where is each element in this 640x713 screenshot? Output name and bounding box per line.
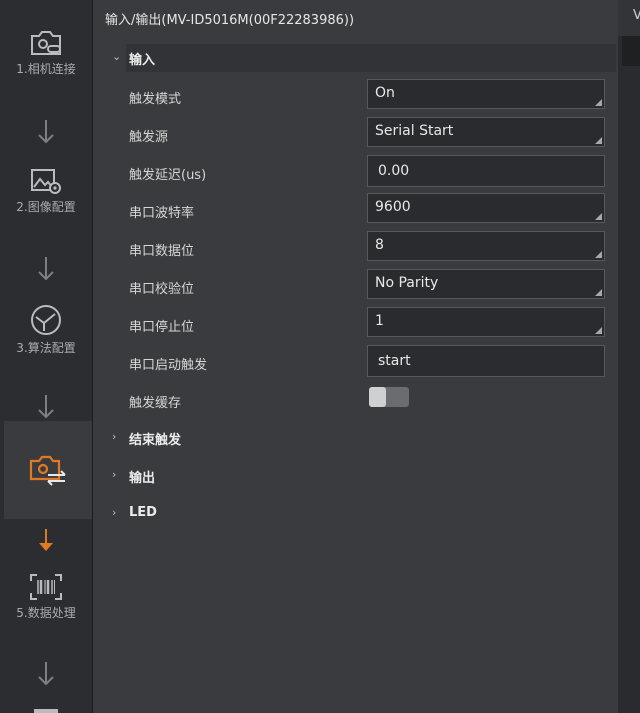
row-label-serial-start-trigger: 串口启动触发 <box>129 358 208 373</box>
camera-transfer-icon <box>29 455 66 486</box>
select-value: 9600 <box>375 199 411 215</box>
dropdown-corner-icon <box>595 213 602 220</box>
row-label-trigger-source: 触发源 <box>129 130 169 145</box>
arrow-down-icon <box>38 662 54 686</box>
right-panel-header: V <box>618 0 640 36</box>
row-label-parity: 串口校验位 <box>129 282 195 297</box>
trigger-source-select[interactable]: Serial Start <box>367 117 605 147</box>
step-algorithm-config[interactable]: 3.算法配置 <box>0 303 92 356</box>
step-label: 2.图像配置 <box>16 200 76 214</box>
stop-bits-select[interactable]: 1 <box>367 307 605 337</box>
chevron-right-icon: › <box>112 506 117 519</box>
data-bits-select[interactable]: 8 <box>367 231 605 261</box>
select-value: No Parity <box>375 275 439 291</box>
algorithm-icon <box>31 305 61 335</box>
section-label: 输入 <box>129 53 156 68</box>
baud-rate-select[interactable]: 9600 <box>367 193 605 223</box>
row-label-stop-bits: 串口停止位 <box>129 320 195 335</box>
section-output-header[interactable]: › 输出 <box>112 462 616 490</box>
select-value: 1 <box>375 313 384 329</box>
row-label-baud-rate: 串口波特率 <box>129 206 195 221</box>
chevron-down-icon: ⌄ <box>112 50 122 63</box>
row-label-trigger-delay: 触发延迟(us) <box>129 168 207 183</box>
section-label: LED <box>129 505 157 520</box>
row-label-trigger-mode: 触发模式 <box>129 92 182 107</box>
dropdown-corner-icon <box>595 327 602 334</box>
row-label-data-bits: 串口数据位 <box>129 244 195 259</box>
select-value: Serial Start <box>375 123 454 139</box>
trigger-delay-input[interactable]: 0.00 <box>367 155 605 187</box>
right-panel-area <box>622 36 640 66</box>
arrow-down-icon <box>38 395 54 419</box>
right-panel-title-fragment: V <box>633 8 640 23</box>
parity-select[interactable]: No Parity <box>367 269 605 299</box>
select-value: 8 <box>375 237 384 253</box>
section-end-trigger-header[interactable]: › 结束触发 <box>112 424 616 452</box>
step-data-processing[interactable]: 5.数据处理 <box>0 572 92 621</box>
section-led-header[interactable]: › LED <box>112 500 616 528</box>
trigger-mode-select[interactable]: On <box>367 79 605 109</box>
select-value: On <box>375 85 395 101</box>
step-sidebar: 1.相机连接 2.图像配置 3.算法配置 5.数据处理 <box>0 0 93 713</box>
chevron-right-icon: › <box>112 468 117 481</box>
arrow-down-icon <box>38 120 54 144</box>
next-step-icon-partial <box>34 709 58 713</box>
serial-start-trigger-input[interactable]: start <box>367 345 605 377</box>
step-input-output[interactable] <box>4 421 92 519</box>
right-panel-edge: V <box>618 0 640 713</box>
section-label: 结束触发 <box>129 433 182 448</box>
dropdown-corner-icon <box>595 99 602 106</box>
panel-title: 输入/输出(MV-ID5016M(00F22283986)) <box>105 13 355 28</box>
step-label: 1.相机连接 <box>16 62 76 76</box>
input-value: start <box>378 353 411 369</box>
step-image-config[interactable]: 2.图像配置 <box>0 166 92 215</box>
arrow-down-icon <box>38 257 54 281</box>
row-label-trigger-cache: 触发缓存 <box>129 396 182 411</box>
step-label: 3.算法配置 <box>16 341 76 355</box>
chevron-right-icon: › <box>112 430 117 443</box>
section-label: 输出 <box>129 471 156 486</box>
arrow-down-active-icon <box>39 529 53 551</box>
section-input-header[interactable]: ⌄ 输入 <box>112 44 616 72</box>
toggle-knob <box>369 387 386 407</box>
dropdown-corner-icon <box>595 251 602 258</box>
step-label: 5.数据处理 <box>16 606 76 620</box>
barcode-scan-icon <box>30 574 62 600</box>
camera-link-icon <box>31 31 61 55</box>
step-camera-connect[interactable]: 1.相机连接 <box>0 28 92 77</box>
trigger-cache-toggle[interactable] <box>369 387 409 407</box>
dropdown-corner-icon <box>595 289 602 296</box>
image-gear-icon <box>31 169 61 194</box>
input-output-panel: 输入/输出(MV-ID5016M(00F22283986)) ⌄ 输入 触发模式… <box>93 0 618 713</box>
dropdown-corner-icon <box>595 137 602 144</box>
input-value: 0.00 <box>378 163 410 179</box>
